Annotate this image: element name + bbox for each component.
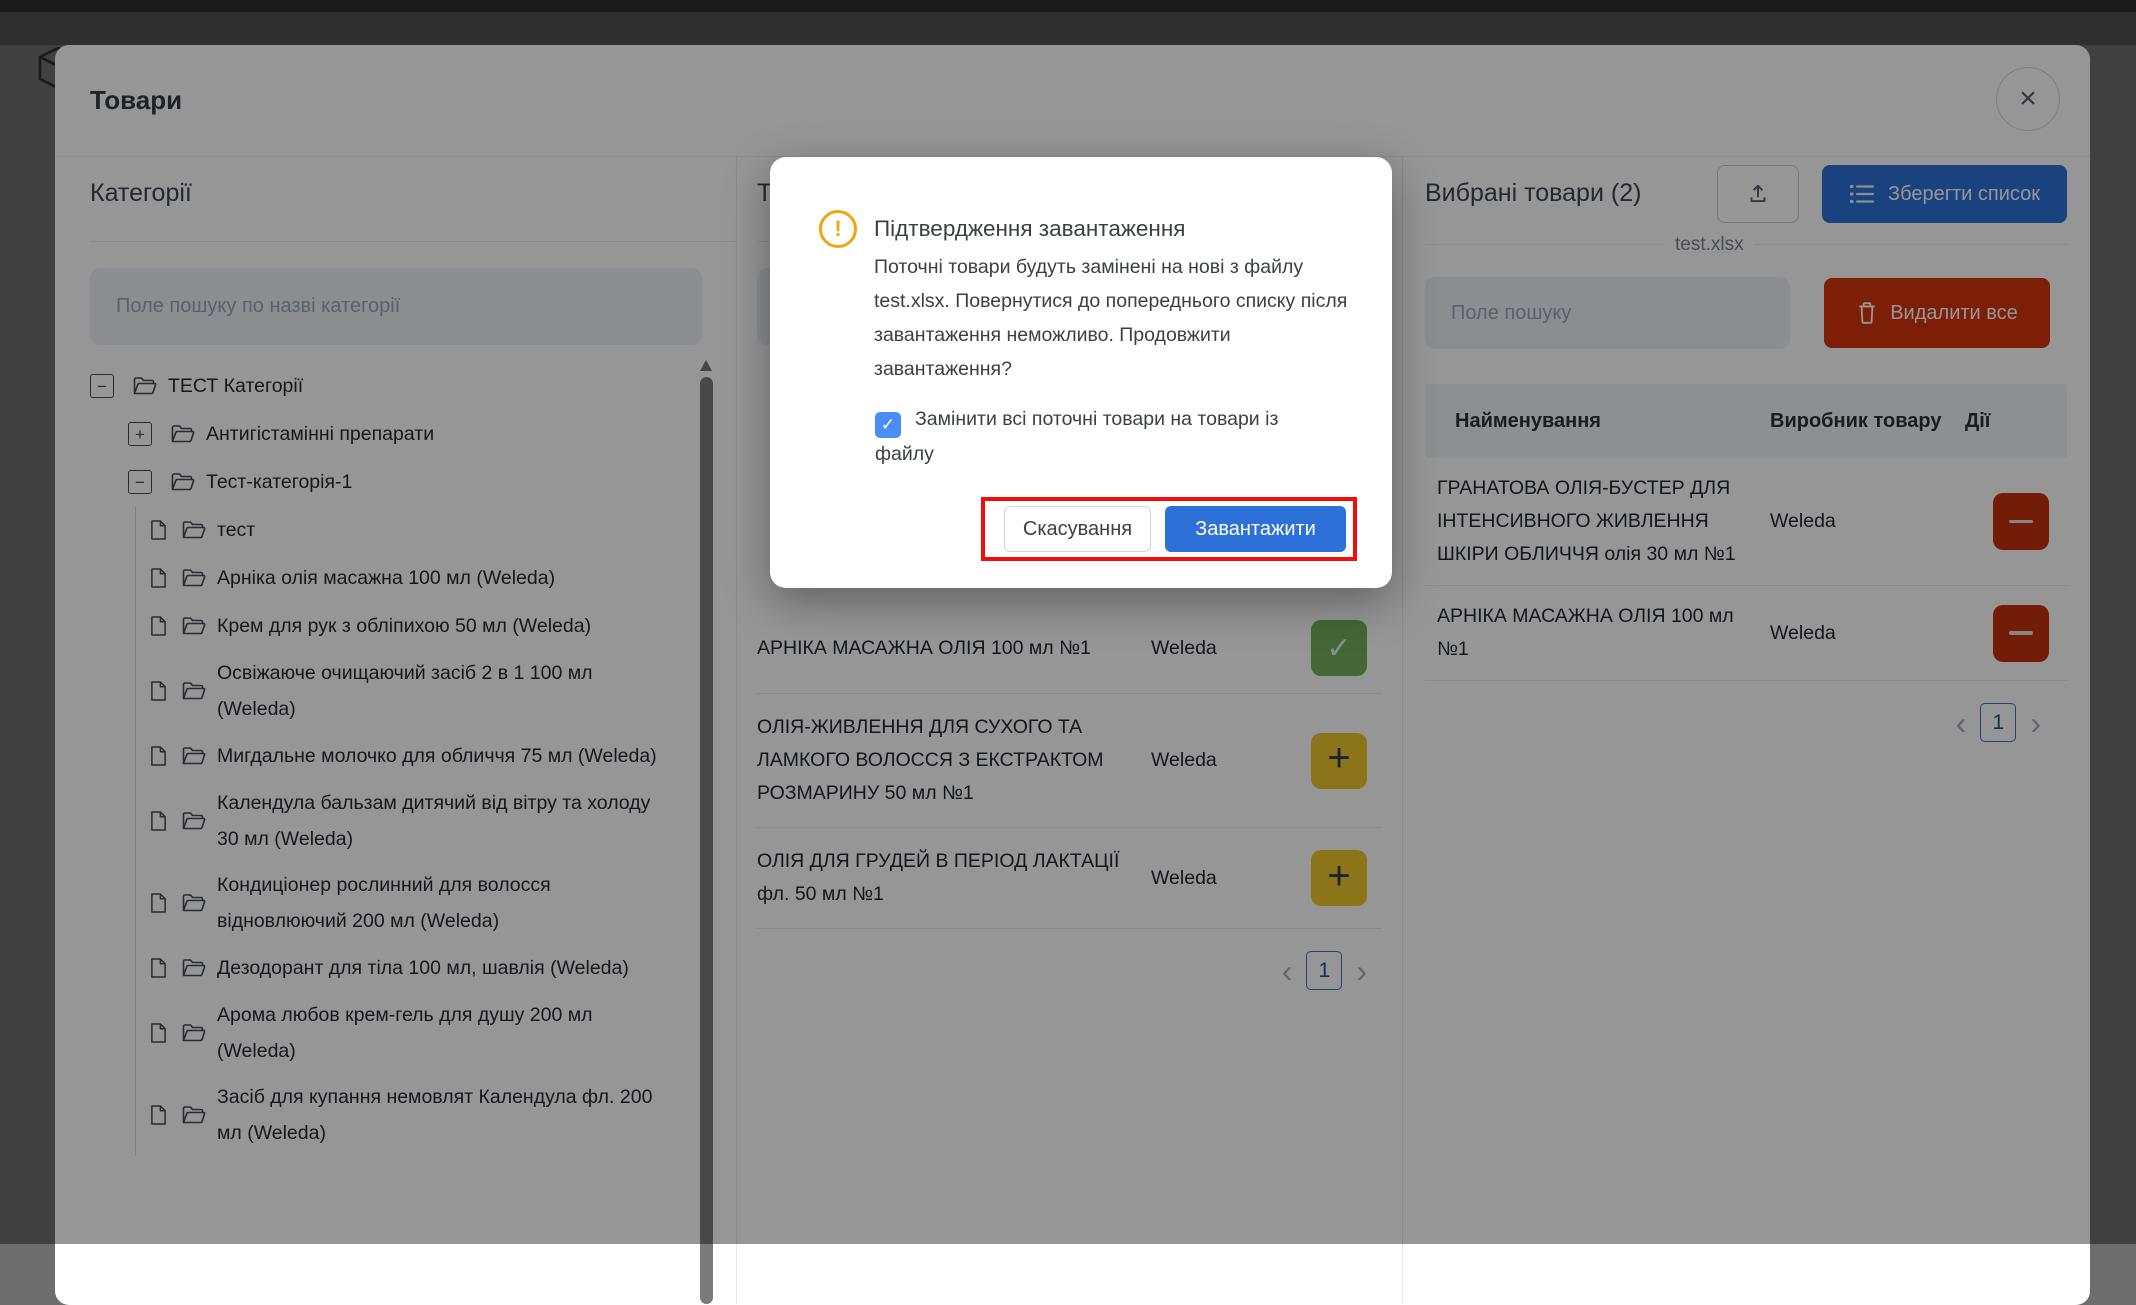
dialog-body: Поточні товари будуть замінені на нові з… (874, 250, 1356, 386)
replace-checkbox-label: Замінити всі поточні товари на товари із… (875, 408, 1278, 465)
replace-checkbox-row: ✓Замінити всі поточні товари на товари і… (875, 403, 1335, 471)
cancel-button[interactable]: Скасування (1004, 506, 1151, 552)
dialog-title: Підтвердження завантаження (874, 216, 1185, 242)
confirm-dialog: ! Підтвердження завантаження Поточні тов… (770, 157, 1392, 588)
confirm-button[interactable]: Завантажити (1165, 506, 1346, 552)
warning-icon: ! (819, 210, 857, 248)
replace-checkbox[interactable]: ✓ (875, 412, 901, 438)
